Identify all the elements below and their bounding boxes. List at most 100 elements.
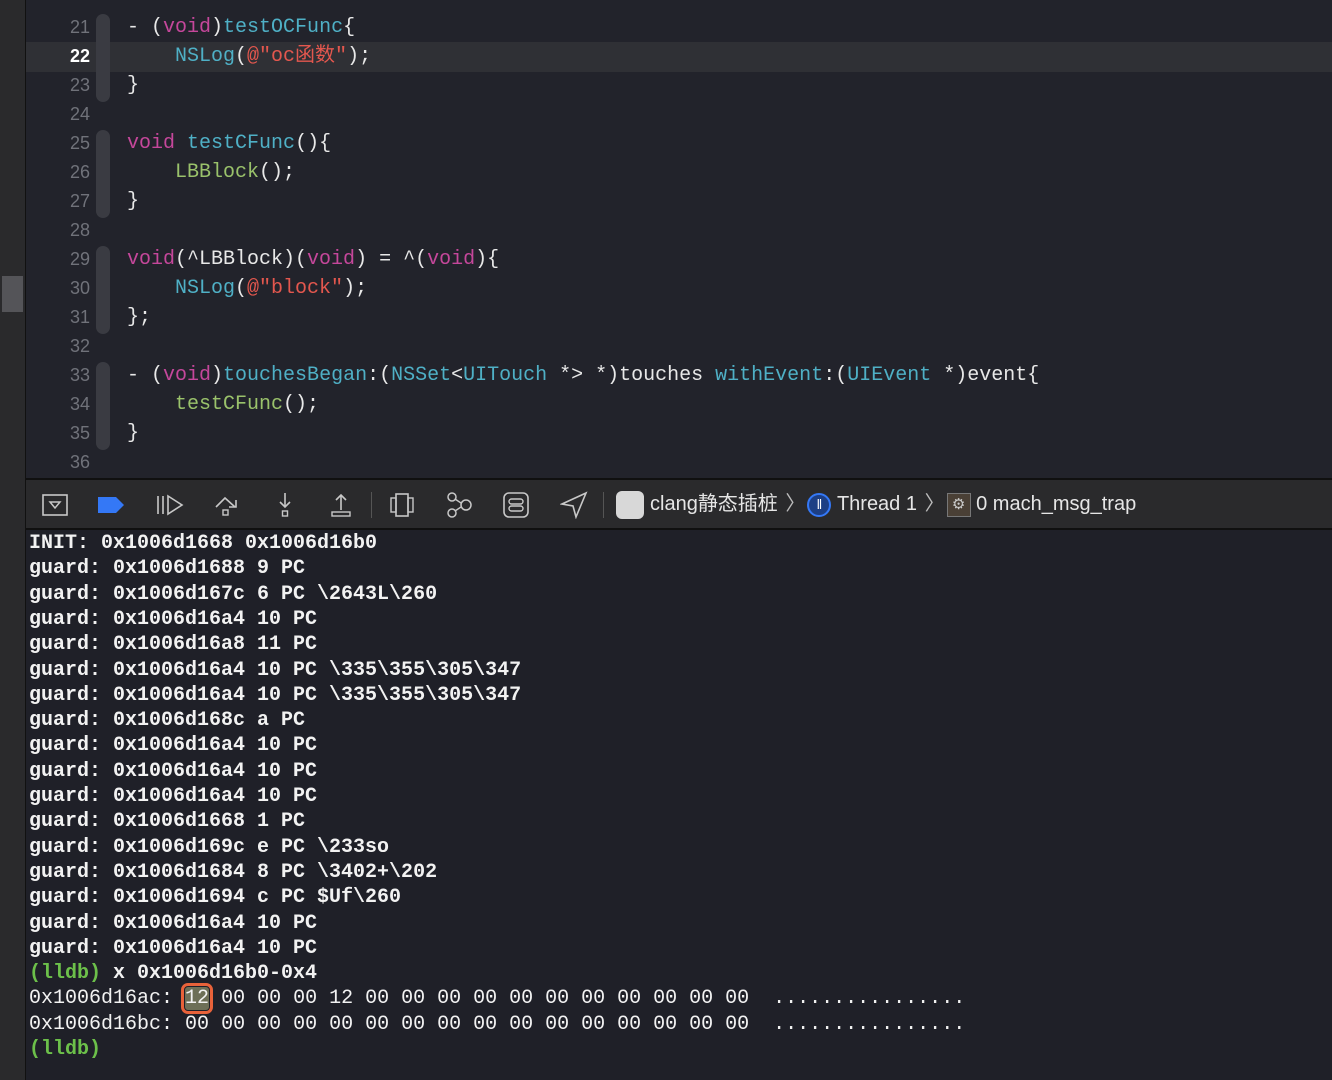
code-token-plain: ){ [475,248,500,271]
chevron-right-icon: 〉 [785,493,806,515]
code-token-kw: void [163,16,212,39]
code-token-kw: void [427,248,476,271]
navigator-strip [0,0,26,1080]
line-number[interactable]: 23 [26,71,90,100]
console-prompt-line[interactable]: (lldb) [29,1037,101,1062]
memory-bytes: 00 00 00 00 00 00 00 00 00 00 00 00 00 0… [209,1012,750,1036]
console-line: guard: 0x1006d167c 6 PC \2643L\260 [29,582,438,606]
code-token-plain: ) = ^( [355,248,428,271]
memory-ascii: ................ [749,1012,966,1036]
scroll-thumb[interactable] [2,276,23,312]
line-number[interactable]: 32 [26,332,90,361]
view-debugger-icon[interactable] [386,490,418,520]
continue-icon[interactable] [154,490,186,520]
memory-bytes: 00 00 00 12 00 00 00 00 00 00 00 00 00 0… [209,987,750,1011]
thread-icon: ‖ [807,492,832,517]
code-text: LBBlock(); [127,158,295,187]
fold-ribbon[interactable] [96,130,110,218]
step-into-icon[interactable] [270,490,300,520]
code-token-plain: (); [259,161,296,184]
memory-address: 0x1006d16ac: [29,987,174,1011]
code-token-kw: void [163,364,212,387]
hide-debug-area-icon[interactable] [40,490,70,520]
line-number[interactable]: 30 [26,274,90,303]
console-line: guard: 0x1006d16a4 10 PC [29,734,318,758]
console-line: guard: 0x1006d16a4 10 PC \335\355\305\34… [29,658,522,682]
debug-toolbar: clang静态插桩 〉 ‖ Thread 1 〉 ⚙ 0 mach_msg_trap [26,478,1332,530]
line-number[interactable]: 24 [26,100,90,129]
code-token-plain: :( [367,364,392,387]
console-line: guard: 0x1006d16a4 10 PC [29,607,318,631]
code-token-kw: void [127,248,176,271]
line-number[interactable]: 36 [26,448,90,477]
memory-byte: 00 [185,1012,210,1036]
code-token-plain: } [127,190,140,213]
line-number[interactable]: 28 [26,216,90,245]
code-token-plain: - ( [127,364,164,387]
code-token-plain: - ( [127,16,164,39]
breadcrumb-frame[interactable]: 0 mach_msg_trap [976,493,1136,515]
code-token-fn: NSLog [175,45,236,68]
memory-dump-row: 0x1006d16bc: 00 00 00 00 00 00 00 00 00 … [29,1012,965,1037]
line-number[interactable]: 29 [26,245,90,274]
lldb-prompt: (lldb) [29,962,102,986]
memory-graph-icon[interactable] [442,490,476,520]
code-token-plain: (); [283,393,320,416]
line-number[interactable]: 25 [26,129,90,158]
line-number[interactable]: 21 [26,13,90,42]
code-token-fn: touchesBegan [223,364,368,387]
line-number[interactable]: 27 [26,187,90,216]
line-number[interactable]: 26 [26,158,90,187]
code-token-plain: } [127,74,140,97]
fold-ribbon[interactable] [96,362,110,450]
breakpoint-toggle-icon[interactable] [96,490,126,520]
code-text: NSLog(@"block"); [127,274,367,303]
line-number[interactable]: 22 [26,42,90,71]
code-token-plain: :( [823,364,848,387]
console-line: guard: 0x1006d16a4 10 PC [29,759,318,783]
fold-ribbon[interactable] [96,246,110,334]
chevron-right-icon: 〉 [924,493,945,515]
console-line: guard: 0x1006d168c a PC [29,709,306,733]
breadcrumb-app[interactable]: clang静态插桩 [650,493,778,515]
code-token-plain: < [451,364,464,387]
code-text: } [127,187,139,216]
code-text: - (void)touchesBegan:(NSSet<UITouch *> *… [127,361,1039,390]
console-line: guard: 0x1006d16a4 10 PC [29,911,318,935]
console-command-line: (lldb) x 0x1006d16b0-0x4 [29,961,317,986]
code-token-plain: }; [127,306,152,329]
code-text: - (void)testOCFunc{ [127,13,355,42]
code-token-fn: NSSet [391,364,452,387]
code-editor[interactable]: 21- (void)testOCFunc{22 NSLog(@"oc函数"); 2… [26,0,1332,478]
code-token-plain: ( [235,45,248,68]
divider [371,492,372,518]
lldb-prompt: (lldb) [29,1038,102,1061]
line-number[interactable]: 34 [26,390,90,419]
step-over-icon[interactable] [212,490,244,520]
code-text: testCFunc(); [127,390,319,419]
code-token-plain: ) [211,16,224,39]
code-token-plain: ); [343,277,368,300]
breadcrumb-thread[interactable]: Thread 1 [837,493,917,515]
memory-address: 0x1006d16bc: [29,1012,174,1036]
code-token-plain: ); [347,45,372,68]
environment-overrides-icon[interactable] [500,490,532,520]
code-token-kw: void [127,132,176,155]
code-token-fn: UIEvent [847,364,932,387]
code-text: }; [127,303,151,332]
console-line: INIT: 0x1006d1668 0x1006d16b0 [29,532,378,555]
console-line: guard: 0x1006d1668 1 PC [29,810,306,834]
simulate-location-icon[interactable] [558,490,590,520]
console-line: guard: 0x1006d16a8 11 PC [29,633,318,657]
line-number[interactable]: 31 [26,303,90,332]
code-token-fn: testCFunc [187,132,296,155]
step-out-icon[interactable] [326,490,356,520]
fold-ribbon[interactable] [96,14,110,102]
line-number[interactable]: 33 [26,361,90,390]
code-text: void testCFunc(){ [127,129,331,158]
line-number[interactable]: 35 [26,419,90,448]
debug-console[interactable]: INIT: 0x1006d1668 0x1006d16b0 guard: 0x10… [26,530,1332,1080]
